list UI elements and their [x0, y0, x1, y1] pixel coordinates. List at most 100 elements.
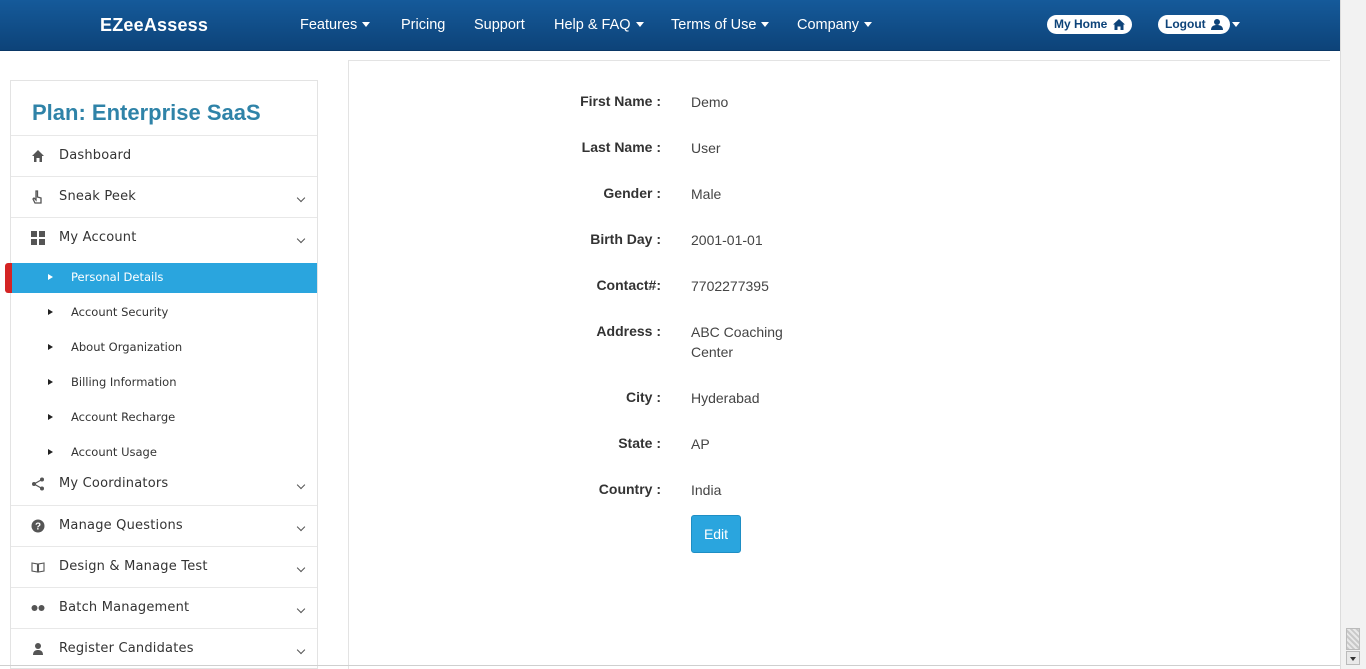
- sidebar-item-manage-questions[interactable]: ? Manage Questions: [11, 505, 317, 546]
- chevron-down-icon: [296, 193, 306, 203]
- nav-pricing-label: Pricing: [401, 17, 446, 33]
- sidebar-item-design-manage-test[interactable]: Design & Manage Test: [11, 546, 317, 587]
- city-label: City :: [626, 389, 661, 405]
- caret-right-icon: [48, 449, 53, 455]
- birth-day-label: Birth Day :: [590, 231, 661, 247]
- sidebar-subitem-label: Account Security: [71, 305, 169, 319]
- divider: [0, 665, 1340, 666]
- nav-company-label: Company: [797, 17, 860, 33]
- state-label: State :: [618, 435, 661, 451]
- scroll-down-arrow[interactable]: [1346, 651, 1360, 665]
- book-icon: [31, 562, 45, 573]
- caret-right-icon: [48, 344, 53, 350]
- svg-text:?: ?: [35, 522, 41, 533]
- sidebar-item-dashboard[interactable]: Dashboard: [11, 135, 317, 176]
- user-icon: [33, 643, 43, 655]
- nav-terms-label: Terms of Use: [671, 17, 757, 33]
- chevron-down-icon: [296, 604, 306, 614]
- contact-value: 7702277395: [691, 278, 769, 294]
- nav-pricing[interactable]: Pricing: [401, 17, 445, 33]
- chevron-down-icon: [296, 522, 306, 532]
- sidebar-item-batch-management[interactable]: Batch Management: [11, 587, 317, 628]
- logout-button[interactable]: Logout: [1158, 15, 1230, 34]
- nav-company[interactable]: Company: [797, 17, 873, 33]
- sidebar-subitem-label: Account Usage: [71, 445, 157, 459]
- sidebar-item-label: Sneak Peek: [59, 189, 137, 204]
- nav-terms[interactable]: Terms of Use: [671, 17, 770, 33]
- birth-day-value: 2001-01-01: [691, 232, 763, 248]
- sidebar-subitem-label: Personal Details: [71, 270, 164, 284]
- first-name-label: First Name :: [580, 93, 661, 109]
- my-home-button[interactable]: My Home: [1047, 15, 1132, 34]
- nav-help-faq-label: Help & FAQ: [554, 17, 631, 33]
- caret-right-icon: [48, 309, 53, 315]
- contact-label: Contact#:: [596, 277, 661, 293]
- caret-right-icon: [48, 274, 53, 280]
- sidebar-item-label: Dashboard: [59, 148, 132, 163]
- sidebar-subitem-label: Billing Information: [71, 375, 177, 389]
- sidebar-item-register-candidates[interactable]: Register Candidates: [11, 628, 317, 669]
- share-icon: [32, 477, 44, 491]
- sidebar-item-label: Batch Management: [59, 600, 190, 615]
- user-icon: [1211, 19, 1223, 30]
- state-value: AP: [691, 436, 710, 452]
- gender-label: Gender :: [603, 185, 661, 201]
- chevron-down-icon: [761, 21, 770, 27]
- page-scrollbar[interactable]: [1340, 0, 1366, 669]
- caret-right-icon: [48, 414, 53, 420]
- address-label: Address :: [596, 323, 661, 339]
- city-value: Hyderabad: [691, 390, 760, 406]
- chevron-down-icon: [296, 645, 306, 655]
- sidebar-subitem-label: Account Recharge: [71, 410, 176, 424]
- sidebar: Plan: Enterprise SaaS Dashboard Sneak Pe…: [10, 80, 318, 669]
- brand-logo[interactable]: EZeeAssess: [100, 15, 208, 36]
- sidebar-subitem-label: About Organization: [71, 340, 183, 354]
- nav-support-label: Support: [474, 17, 525, 33]
- home-icon: [32, 150, 44, 162]
- edit-button[interactable]: Edit: [691, 515, 741, 553]
- home-icon: [1112, 19, 1125, 30]
- dots-icon: [31, 605, 45, 611]
- nav-features-label: Features: [300, 17, 358, 33]
- sidebar-subitem-personal-details[interactable]: Personal Details: [11, 263, 317, 293]
- active-item-marker: [5, 263, 12, 293]
- sidebar-subitem-about-organization[interactable]: About Organization: [11, 333, 317, 363]
- country-value: India: [691, 482, 722, 498]
- last-name-value: User: [691, 140, 721, 156]
- account-dropdown-toggle[interactable]: [1227, 17, 1240, 33]
- chevron-down-icon: [296, 480, 306, 490]
- first-name-value: Demo: [691, 94, 729, 110]
- nav-features[interactable]: Features: [300, 17, 371, 33]
- sidebar-item-my-account[interactable]: My Account: [11, 217, 317, 258]
- caret-right-icon: [48, 379, 53, 385]
- chevron-down-icon: [362, 21, 371, 27]
- question-icon: ?: [31, 519, 45, 533]
- sidebar-subitem-account-recharge[interactable]: Account Recharge: [11, 403, 317, 433]
- sidebar-item-label: Register Candidates: [59, 641, 194, 656]
- nav-help-faq[interactable]: Help & FAQ: [554, 17, 644, 33]
- sidebar-subitem-billing-information[interactable]: Billing Information: [11, 368, 317, 398]
- grid-icon: [31, 231, 45, 245]
- sidebar-item-sneak-peek[interactable]: Sneak Peek: [11, 176, 317, 217]
- sidebar-subitem-account-security[interactable]: Account Security: [11, 298, 317, 328]
- sidebar-item-my-coordinators[interactable]: My Coordinators: [11, 464, 317, 505]
- logout-label: Logout: [1165, 17, 1206, 31]
- sidebar-item-label: Design & Manage Test: [59, 559, 208, 574]
- sidebar-item-label: My Coordinators: [59, 476, 169, 491]
- top-navbar: EZeeAssess Features Pricing Support Help…: [0, 0, 1340, 51]
- last-name-label: Last Name :: [581, 139, 661, 155]
- chevron-down-icon: [296, 563, 306, 573]
- nav-support[interactable]: Support: [474, 17, 525, 33]
- chevron-down-icon: [864, 21, 873, 27]
- sidebar-item-label: Manage Questions: [59, 518, 183, 533]
- chevron-down-icon: [1232, 21, 1240, 27]
- sidebar-item-label: My Account: [59, 230, 137, 245]
- gender-value: Male: [691, 186, 722, 202]
- my-home-label: My Home: [1054, 17, 1108, 31]
- chevron-down-icon: [296, 234, 306, 244]
- scrollbar-thumb[interactable]: [1346, 628, 1360, 650]
- country-label: Country :: [598, 481, 661, 497]
- pointer-icon: [32, 190, 42, 204]
- address-value-line2: Center: [691, 344, 734, 360]
- plan-title: Plan: Enterprise SaaS: [32, 100, 261, 125]
